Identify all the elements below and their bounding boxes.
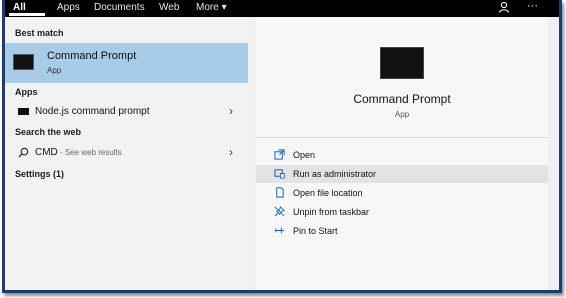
preview-title: Command Prompt <box>353 92 451 106</box>
pin-icon <box>275 227 285 234</box>
pin-to-start-action[interactable]: Pin to Start <box>256 222 548 240</box>
best-match-name: Command Prompt <box>47 50 137 62</box>
search-web-heading: Search the web <box>15 127 82 137</box>
tab-web[interactable]: Web <box>159 0 179 17</box>
run-as-admin-action[interactable]: Run as administrator <box>256 165 548 183</box>
best-match-type: App <box>47 66 62 75</box>
web-query-suffix: - See web results <box>57 148 122 157</box>
best-match-heading: Best match <box>15 28 64 38</box>
chevron-right-icon[interactable]: › <box>229 104 233 118</box>
terminal-icon <box>18 108 29 115</box>
web-query: CMD <box>35 147 58 158</box>
chevron-right-icon[interactable]: › <box>229 145 233 159</box>
list-item-nodejs-prompt[interactable]: Node.js command prompt › <box>5 102 248 122</box>
open-file-location-action[interactable]: Open file location <box>256 184 548 202</box>
open-action[interactable]: Open <box>256 146 548 164</box>
tab-documents[interactable]: Documents <box>94 0 145 17</box>
tab-apps[interactable]: Apps <box>57 0 80 17</box>
preview-pane: Command Prompt App Open Run as administr… <box>256 17 548 290</box>
run-as-admin-icon <box>274 169 285 179</box>
results-pane: Best match Command Prompt App Apps Node.… <box>5 17 248 290</box>
file-location-icon <box>276 187 284 198</box>
chevron-down-icon: ▾ <box>221 2 227 13</box>
run-as-admin-label: Run as administrator <box>293 169 377 179</box>
web-query-text: CMD - See web results <box>35 147 122 158</box>
search-icon <box>18 147 29 158</box>
start-search-window: All Apps Documents Web More ▾ ··· Best m… <box>2 0 562 293</box>
tab-more[interactable]: More ▾ <box>196 0 227 17</box>
active-tab-indicator <box>9 13 45 16</box>
unpin-icon <box>274 206 285 217</box>
divider <box>256 137 548 138</box>
settings-heading[interactable]: Settings (1) <box>15 169 64 179</box>
open-icon <box>274 149 285 160</box>
unpin-taskbar-action[interactable]: Unpin from taskbar <box>256 203 548 221</box>
preview-subtitle: App <box>394 110 410 119</box>
more-options-icon[interactable]: ··· <box>527 0 538 17</box>
feedback-icon[interactable] <box>498 1 510 18</box>
search-filter-bar: All Apps Documents Web More ▾ ··· <box>5 0 559 17</box>
best-match-item[interactable]: Command Prompt App <box>5 43 248 83</box>
open-action-label: Open <box>293 150 316 160</box>
web-search-item[interactable]: CMD - See web results › <box>5 143 248 163</box>
command-prompt-icon <box>13 54 34 70</box>
tab-more-label: More <box>196 2 219 13</box>
command-prompt-large-icon <box>380 47 424 79</box>
pin-to-start-label: Pin to Start <box>293 226 338 236</box>
apps-heading: Apps <box>15 87 38 97</box>
app-label: Node.js command prompt <box>35 106 150 117</box>
open-file-location-label: Open file location <box>293 188 363 198</box>
feedback-icon-graphic <box>498 1 510 13</box>
unpin-taskbar-label: Unpin from taskbar <box>293 207 370 217</box>
